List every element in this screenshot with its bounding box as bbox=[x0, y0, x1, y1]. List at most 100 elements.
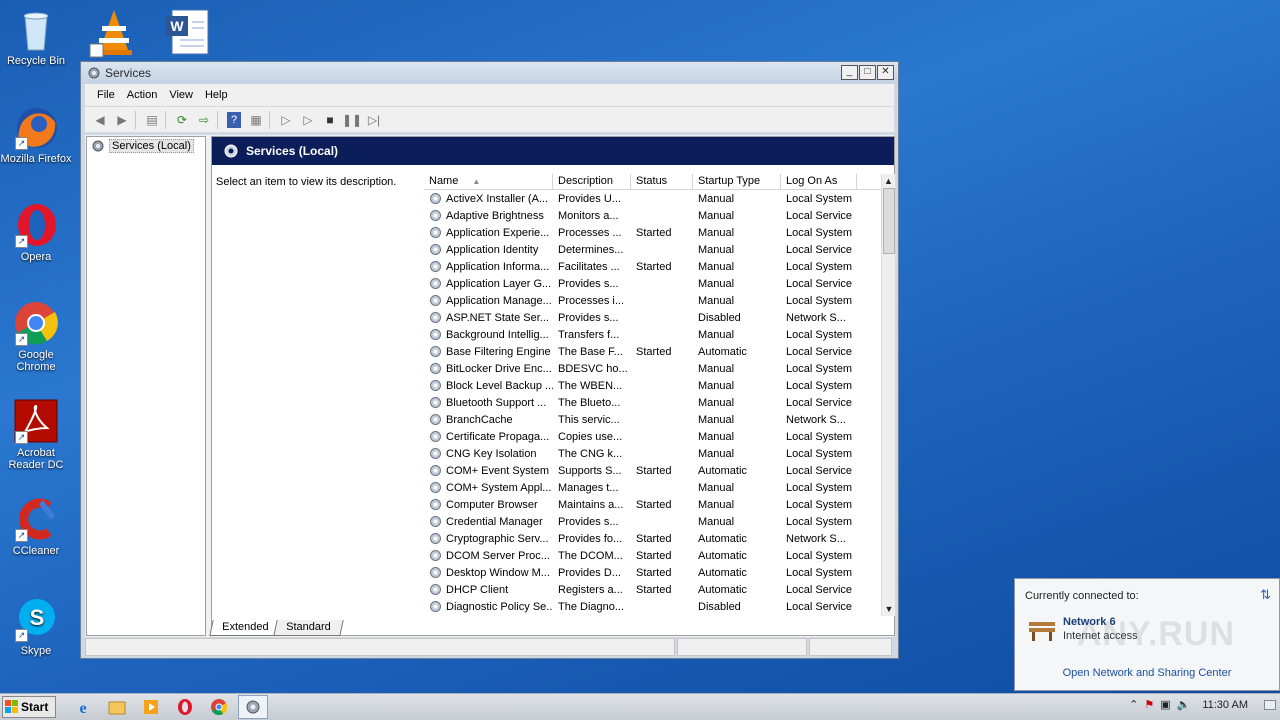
service-row[interactable]: Desktop Window M... Provides D... Started A… bbox=[424, 564, 881, 581]
service-row[interactable]: BitLocker Drive Enc... BDESVC ho... Manual… bbox=[424, 360, 881, 377]
taskbar-explorer-icon[interactable] bbox=[102, 695, 132, 719]
scroll-up-icon[interactable]: ▲ bbox=[882, 174, 895, 188]
menu-action[interactable]: Action bbox=[121, 89, 164, 101]
tab-standard[interactable]: Standard bbox=[273, 620, 344, 636]
taskbar-chrome-icon[interactable] bbox=[204, 695, 234, 719]
tree-item-label: Services (Local) bbox=[109, 139, 194, 153]
service-gear-icon bbox=[430, 584, 441, 595]
tray-expand-icon[interactable]: ⌃ bbox=[1129, 698, 1138, 711]
desktop-icon-chrome[interactable]: ↗ Google Chrome bbox=[0, 300, 72, 373]
service-description: Monitors a... bbox=[558, 209, 619, 222]
service-description: Transfers f... bbox=[558, 328, 620, 341]
window-titlebar[interactable]: Services _ □ ✕ bbox=[81, 62, 898, 84]
column-header-log-on-as[interactable]: Log On As bbox=[781, 174, 857, 189]
service-row[interactable]: Application Informa... Facilitates ... Sta… bbox=[424, 258, 881, 275]
show-desktop-button[interactable] bbox=[1264, 699, 1276, 710]
service-row[interactable]: Computer Browser Maintains a... Started Man… bbox=[424, 496, 881, 513]
service-row[interactable]: Adaptive Brightness Monitors a... Manual Lo… bbox=[424, 207, 881, 224]
service-startup-type: Manual bbox=[698, 243, 735, 256]
service-row[interactable]: Application Identity Determines... Manual L… bbox=[424, 241, 881, 258]
forward-arrow-icon[interactable]: ▶ bbox=[111, 110, 133, 130]
shortcut-arrow-icon: ↗ bbox=[15, 235, 28, 248]
minimize-button[interactable]: _ bbox=[841, 65, 858, 80]
start-service-icon[interactable]: ▷ bbox=[275, 110, 297, 130]
maximize-button[interactable]: □ bbox=[859, 65, 876, 80]
pause-service-icon[interactable]: ❚❚ bbox=[341, 110, 363, 130]
desktop-icon-recycle-bin[interactable]: Recycle Bin bbox=[0, 6, 72, 67]
network-tray-icon[interactable]: ▣ bbox=[1160, 698, 1170, 711]
tree-item-services-local[interactable]: Services (Local) bbox=[87, 137, 205, 155]
menu-help[interactable]: Help bbox=[199, 89, 234, 101]
service-row[interactable]: Block Level Backup ... The WBEN... Manual L… bbox=[424, 377, 881, 394]
taskbar-opera-icon[interactable] bbox=[170, 695, 200, 719]
stop-service-icon[interactable]: ■ bbox=[319, 110, 341, 130]
close-button[interactable]: ✕ bbox=[877, 65, 894, 80]
scroll-down-icon[interactable]: ▼ bbox=[882, 602, 896, 616]
service-row[interactable]: BranchCache This servic... Manual Network S… bbox=[424, 411, 881, 428]
service-row[interactable]: ActiveX Installer (A... Provides U... Manu… bbox=[424, 190, 881, 207]
taskbar-media-player-icon[interactable] bbox=[136, 695, 166, 719]
refresh-icon[interactable]: ⟳ bbox=[171, 110, 193, 130]
clock[interactable]: 11:30 AM bbox=[1202, 699, 1248, 711]
service-row[interactable]: Bluetooth Support ... The Blueto... Manual… bbox=[424, 394, 881, 411]
service-row[interactable]: Application Manage... Processes i... Manua… bbox=[424, 292, 881, 309]
desktop-icon-ccleaner[interactable]: ↗ CCleaner bbox=[0, 496, 72, 557]
start-service-alt-icon[interactable]: ▷ bbox=[297, 110, 319, 130]
vertical-scrollbar[interactable]: ▲ ▼ bbox=[881, 174, 895, 616]
service-gear-icon bbox=[430, 346, 441, 357]
desktop-icon-label: CCleaner bbox=[12, 545, 60, 557]
service-log-on-as: Local System bbox=[786, 294, 853, 307]
service-row[interactable]: Certificate Propaga... Copies use... Manua… bbox=[424, 428, 881, 445]
column-header-description[interactable]: Description bbox=[553, 174, 631, 189]
properties-icon[interactable]: ▦ bbox=[245, 110, 267, 130]
service-row[interactable]: DCOM Server Proc... The DCOM... Started Aut… bbox=[424, 547, 881, 564]
service-row[interactable]: Base Filtering Engine The Base F... Starte… bbox=[424, 343, 881, 360]
service-row[interactable]: COM+ System Appl... Manages t... Manual Loc… bbox=[424, 479, 881, 496]
tab-extended[interactable]: Extended bbox=[209, 620, 282, 636]
desktop-icon-acrobat[interactable]: ↗ Acrobat Reader DC bbox=[0, 398, 72, 471]
vlc-desktop-icon[interactable] bbox=[88, 6, 140, 58]
taskbar-services-icon[interactable] bbox=[238, 695, 268, 719]
back-arrow-icon[interactable]: ◀ bbox=[89, 110, 111, 130]
service-row[interactable]: Background Intellig... Transfers f... Manu… bbox=[424, 326, 881, 343]
service-row[interactable]: Application Layer G... Provides s... Manua… bbox=[424, 275, 881, 292]
service-log-on-as: Local Service bbox=[786, 345, 853, 358]
desktop-icon-firefox[interactable]: ↗ Mozilla Firefox bbox=[0, 104, 72, 165]
services-list[interactable]: Name ▲ Description Status Startup Type Lo… bbox=[424, 174, 881, 614]
service-name-text: COM+ Event System bbox=[446, 464, 550, 477]
column-header-status[interactable]: Status bbox=[631, 174, 693, 189]
open-network-sharing-center-link[interactable]: Open Network and Sharing Center bbox=[1015, 667, 1279, 679]
menu-file[interactable]: File bbox=[91, 89, 121, 101]
service-row[interactable]: Application Experie... Processes ... Start… bbox=[424, 224, 881, 241]
menu-view[interactable]: View bbox=[163, 89, 199, 101]
service-startup-type: Manual bbox=[698, 226, 735, 239]
help-icon[interactable]: ? bbox=[227, 111, 241, 128]
restart-service-icon[interactable]: ▷| bbox=[363, 110, 385, 130]
service-row[interactable]: ASP.NET State Ser... Provides s... Disable… bbox=[424, 309, 881, 326]
service-row[interactable]: COM+ Event System Supports S... Started Aut… bbox=[424, 462, 881, 479]
show-hide-console-tree-icon[interactable]: ▤ bbox=[141, 110, 163, 130]
desktop-icon-label: Skype bbox=[20, 645, 52, 657]
taskbar-ie-icon[interactable]: e bbox=[68, 695, 98, 719]
column-header-name[interactable]: Name ▲ bbox=[424, 174, 553, 189]
refresh-icon[interactable]: ⇅ bbox=[1260, 587, 1271, 603]
service-row[interactable]: CNG Key Isolation The CNG k... Manual Local… bbox=[424, 445, 881, 462]
service-row[interactable]: Credential Manager Provides s... Manual Loc… bbox=[424, 513, 881, 530]
desktop-icon-skype[interactable]: S ↗ Skype bbox=[0, 596, 72, 657]
service-name-text: Background Intellig... bbox=[446, 328, 549, 341]
word-desktop-icon[interactable]: W bbox=[162, 6, 214, 58]
service-row[interactable]: Cryptographic Serv... Provides fo... Start… bbox=[424, 530, 881, 547]
action-center-icon[interactable]: ⚑ bbox=[1144, 698, 1154, 711]
volume-icon[interactable]: 🔈 bbox=[1177, 698, 1191, 711]
service-name: COM+ Event System bbox=[424, 464, 553, 477]
scroll-thumb[interactable] bbox=[883, 188, 895, 254]
service-name: ActiveX Installer (A... bbox=[424, 192, 553, 205]
service-description: Provides D... bbox=[558, 566, 621, 579]
service-row[interactable]: DHCP Client Registers a... Started Automati… bbox=[424, 581, 881, 598]
column-header-startup-type[interactable]: Startup Type bbox=[693, 174, 781, 189]
export-list-icon[interactable]: ⇨ bbox=[193, 110, 215, 130]
start-button[interactable]: Start bbox=[2, 696, 56, 718]
desktop-icon-opera[interactable]: ↗ Opera bbox=[0, 202, 72, 263]
services-window[interactable]: Services _ □ ✕ File Action View Help ◀ ▶… bbox=[80, 61, 899, 659]
service-row[interactable]: Diagnostic Policy Se... The Diagno... Disa… bbox=[424, 598, 881, 614]
